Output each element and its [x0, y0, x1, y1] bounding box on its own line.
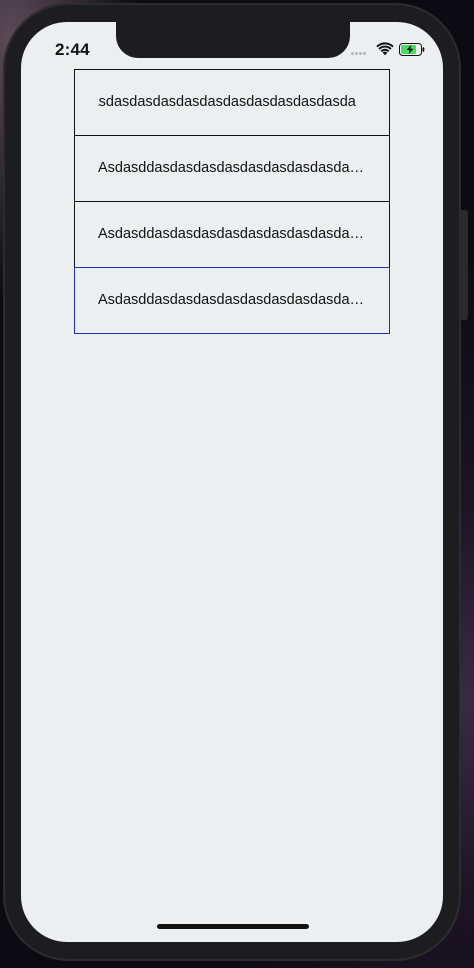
wifi-icon — [376, 42, 394, 56]
list-item-label: Asdasdasdasdasdasdasdasdasdasdasda — [98, 94, 356, 110]
app-screen: 2:44 Asdasdasdasdasdasdasdasdasdasdasda … — [21, 22, 443, 942]
signal-dots-icon — [351, 52, 371, 56]
list-item-label: Asdasddasdasdasdasdasdasdasdasdasdasda — [98, 292, 367, 308]
list-item-label: Asdasddasdasdasdasdasdasdasdasdasdasda — [98, 226, 367, 242]
battery-charging-icon — [399, 43, 425, 56]
list-item[interactable]: Asdasddasdasdasdasdasdasdasdasdasdasda — [74, 135, 390, 202]
home-indicator[interactable] — [157, 924, 309, 929]
list-item-selected[interactable]: Asdasddasdasdasdasdasdasdasdasdasdasda — [74, 267, 390, 334]
list-item[interactable]: Asdasdasdasdasdasdasdasdasdasdasda — [74, 69, 390, 136]
text-list: Asdasdasdasdasdasdasdasdasdasdasda Asdas… — [74, 69, 390, 334]
list-item-label: Asdasddasdasdasdasdasdasdasdasdasdasda — [98, 160, 367, 176]
list-item[interactable]: Asdasddasdasdasdasdasdasdasdasdasdasda — [74, 201, 390, 268]
side-button — [461, 210, 468, 320]
notch — [116, 22, 350, 58]
status-time: 2:44 — [55, 40, 90, 59]
